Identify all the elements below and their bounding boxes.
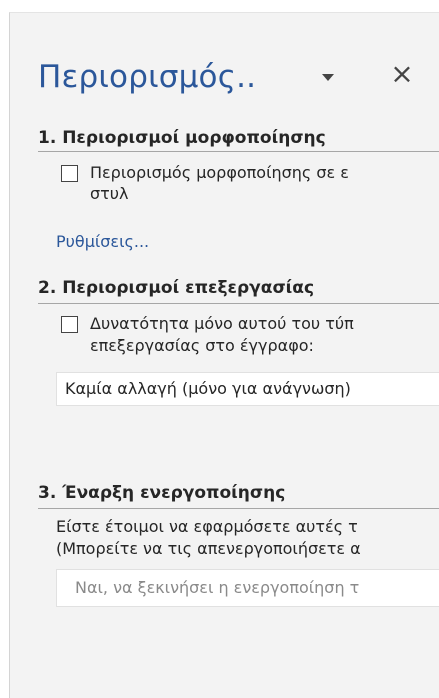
editing-restriction-checkbox[interactable] <box>61 316 78 333</box>
pane-title: Περιορισμός.. <box>38 59 257 95</box>
formatting-restriction-checkbox[interactable] <box>61 165 78 182</box>
window: Περιορισμός.. × 1. Περιορισμοί μορφοποίη… <box>0 0 439 698</box>
section-editing-divider <box>38 303 439 304</box>
restrict-editing-pane: Περιορισμός.. × 1. Περιορισμοί μορφοποίη… <box>9 12 439 698</box>
section-formatting-heading: 1. Περιορισμοί μορφοποίησης <box>38 128 326 148</box>
section-enforcement-divider <box>38 508 439 509</box>
enforcement-description-line2: (Μπορείτε να τις απενεργοποιήσετε α <box>56 539 361 558</box>
section-enforcement-heading: 3. Έναρξη ενεργοποίησης <box>38 483 286 503</box>
pane-options-button[interactable] <box>320 69 336 83</box>
editing-restriction-label-line2: επεξεργασίας στο έγγραφο: <box>90 336 314 355</box>
close-button[interactable]: × <box>390 59 414 89</box>
triangle-down-icon <box>322 74 334 81</box>
enforcement-description-line1: Είστε έτοιμοι να εφαρμόσετε αυτές τ <box>56 517 358 536</box>
editing-restriction-label-line1: Δυνατότητα μόνο αυτού του τύπ <box>90 314 354 333</box>
formatting-restriction-label-line1: Περιορισμός μορφοποίησης σε ε <box>90 163 349 182</box>
editing-type-select[interactable]: Καμία αλλαγή (μόνο για ανάγνωση) <box>56 372 439 406</box>
section-formatting-divider <box>38 151 439 152</box>
start-enforcement-button[interactable]: Ναι, να ξεκινήσει η ενεργοποίηση τ <box>56 569 439 607</box>
settings-link[interactable]: Ρυθμίσεις... <box>56 232 149 251</box>
formatting-restriction-label-line2: στυλ <box>90 184 129 203</box>
section-editing-heading: 2. Περιορισμοί επεξεργασίας <box>38 278 315 298</box>
